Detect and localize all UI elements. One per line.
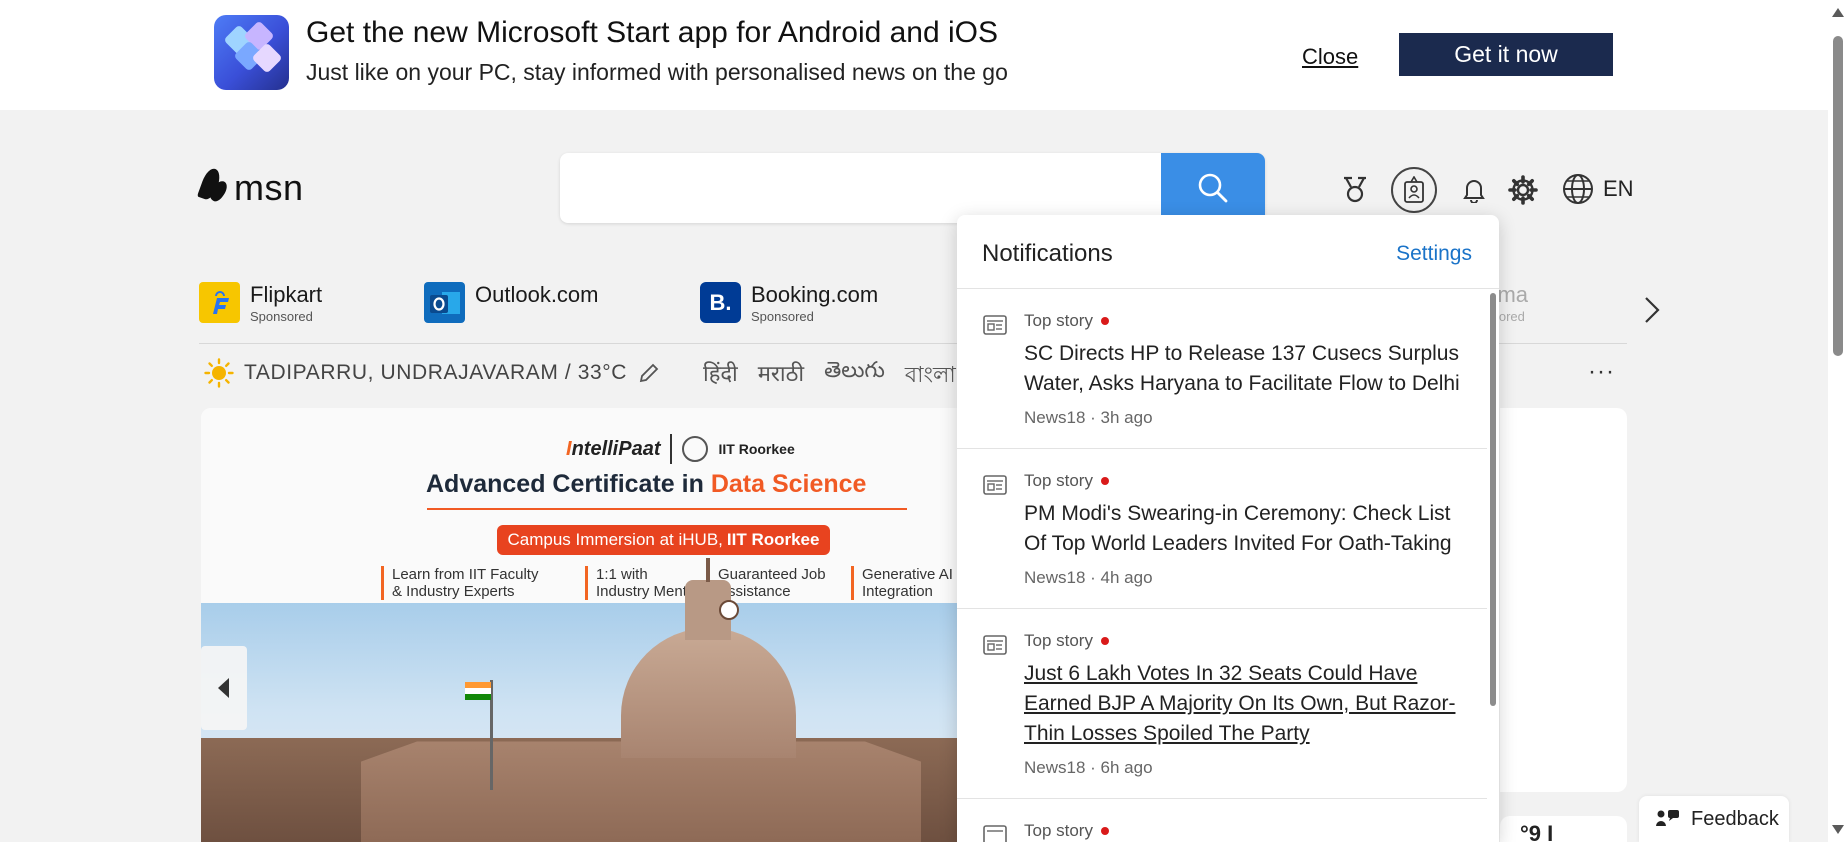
language-link[interactable]: मराठी bbox=[758, 358, 804, 395]
microsoft-start-app-icon bbox=[214, 15, 289, 90]
banner-title: Get the new Microsoft Start app for Andr… bbox=[306, 16, 999, 49]
outlook-logo-icon bbox=[424, 282, 465, 323]
language-selector[interactable]: EN bbox=[1561, 172, 1634, 206]
settings-gear-icon[interactable] bbox=[1503, 170, 1543, 210]
weather-location: TADIPARRU, UNDRAJAVARAM / 33°C bbox=[244, 361, 628, 384]
notifications-panel: Notifications Settings Top story SC Dire… bbox=[957, 215, 1499, 842]
quick-link-flipkart[interactable]: Flipkart Sponsored bbox=[199, 282, 322, 338]
featured-ad-card[interactable]: IntelliPaat IIT Roorkee Advanced Certifi… bbox=[201, 408, 981, 842]
page-scrollbar[interactable] bbox=[1828, 0, 1848, 842]
quick-link-outlook[interactable]: Outlook.com bbox=[424, 282, 599, 338]
quick-link-booking[interactable]: B. Booking.com Sponsored bbox=[700, 282, 878, 338]
weather-widget[interactable]: TADIPARRU, UNDRAJAVARAM / 33°C bbox=[204, 358, 661, 388]
sponsored-label: Sponsored bbox=[751, 309, 814, 324]
quick-link-name: Outlook.com bbox=[475, 282, 599, 307]
flipkart-logo-icon bbox=[199, 282, 240, 323]
search-box bbox=[560, 153, 1265, 223]
rewards-icon[interactable] bbox=[1335, 170, 1375, 210]
feedback-icon bbox=[1656, 810, 1679, 826]
news-icon bbox=[983, 315, 1007, 335]
notification-headline[interactable]: SC Directs HP to Release 137 Cusecs Surp… bbox=[1024, 339, 1467, 399]
language-link[interactable]: తెలుగు bbox=[824, 358, 885, 395]
app-promo-banner: Get the new Microsoft Start app for Andr… bbox=[0, 0, 1828, 110]
notifications-bell-icon[interactable] bbox=[1454, 170, 1494, 210]
globe-icon bbox=[1563, 174, 1593, 204]
language-link[interactable]: বাংলা bbox=[905, 358, 956, 395]
booking-logo-icon: B. bbox=[700, 282, 741, 323]
get-it-now-button[interactable]: Get it now bbox=[1399, 33, 1613, 76]
notifications-scrollbar[interactable] bbox=[1487, 289, 1499, 842]
notification-label: Top story bbox=[1024, 311, 1093, 330]
notifications-settings-link[interactable]: Settings bbox=[1396, 242, 1472, 266]
news-icon bbox=[983, 825, 1007, 842]
notification-meta: News18 · 4h ago bbox=[1024, 568, 1153, 587]
scroll-down-arrow-icon[interactable] bbox=[1832, 825, 1844, 834]
notification-item[interactable]: Top story bbox=[957, 799, 1487, 842]
chevron-right-icon bbox=[1645, 297, 1660, 323]
sun-icon bbox=[204, 358, 234, 388]
ad-feature: 1:1 with Industry Mentor bbox=[585, 566, 700, 600]
news-icon bbox=[983, 635, 1007, 655]
carousel-prev-button[interactable] bbox=[201, 646, 247, 730]
unread-dot bbox=[1100, 637, 1109, 645]
feedback-button[interactable]: Feedback bbox=[1639, 796, 1789, 842]
ad-partner: IIT Roorkee bbox=[718, 441, 795, 457]
edit-pencil-icon[interactable] bbox=[637, 361, 661, 385]
notification-item[interactable]: Top story PM Modi's Swearing-in Ceremony… bbox=[957, 449, 1487, 609]
notification-item[interactable]: Top story SC Directs HP to Release 137 C… bbox=[957, 289, 1487, 449]
feedback-label: Feedback bbox=[1691, 807, 1779, 830]
search-input[interactable] bbox=[560, 153, 1161, 223]
sponsored-label: Sponsored bbox=[250, 309, 313, 324]
unread-dot bbox=[1100, 317, 1109, 325]
unread-dot bbox=[1100, 477, 1109, 485]
ad-feature: Learn from IIT Faculty & Industry Experts bbox=[381, 566, 538, 600]
quick-link-name: Booking.com bbox=[751, 282, 879, 307]
banner-subtitle: Just like on your PC, stay informed with… bbox=[306, 59, 1008, 85]
caret-left-icon bbox=[218, 678, 229, 698]
msn-logo-text: msn bbox=[234, 167, 304, 208]
notification-headline[interactable]: Just 6 Lakh Votes In 32 Seats Could Have… bbox=[1024, 659, 1467, 749]
side-partial-text: °9 I bbox=[1520, 821, 1554, 842]
unread-dot bbox=[1100, 827, 1109, 835]
ad-title: Advanced Certificate in Data Science bbox=[426, 470, 867, 498]
news-icon bbox=[983, 475, 1007, 495]
scroll-up-arrow-icon[interactable] bbox=[1832, 8, 1844, 17]
profile-badge-icon[interactable] bbox=[1391, 167, 1437, 213]
notification-item[interactable]: Top story Just 6 Lakh Votes In 32 Seats … bbox=[957, 609, 1487, 799]
notification-headline[interactable]: PM Modi's Swearing-in Ceremony: Check Li… bbox=[1024, 499, 1467, 559]
notification-label: Top story bbox=[1024, 821, 1093, 840]
notifications-title: Notifications bbox=[982, 240, 1113, 267]
language-links: हिंदी मराठी తెలుగు বাংলা bbox=[703, 358, 956, 395]
iit-emblem-icon bbox=[682, 436, 709, 462]
side-card[interactable] bbox=[1500, 408, 1627, 792]
notification-label: Top story bbox=[1024, 631, 1093, 650]
ad-brand: IntelliPaat IIT Roorkee bbox=[566, 434, 795, 464]
banner-close-link[interactable]: Close bbox=[1302, 44, 1358, 70]
flag-image bbox=[465, 682, 491, 700]
ad-pill: Campus Immersion at iHUB, IIT Roorkee bbox=[497, 525, 830, 555]
quick-links-next-button[interactable] bbox=[1640, 292, 1664, 328]
quick-link-name: Flipkart bbox=[250, 282, 323, 307]
search-icon bbox=[1198, 173, 1228, 203]
notification-meta: News18 · 3h ago bbox=[1024, 408, 1153, 427]
search-button[interactable] bbox=[1161, 153, 1265, 223]
language-link[interactable]: हिंदी bbox=[703, 358, 738, 395]
language-code: EN bbox=[1603, 176, 1634, 201]
more-options-icon[interactable]: ··· bbox=[1588, 358, 1615, 386]
notification-meta: News18 · 6h ago bbox=[1024, 758, 1153, 777]
scrollbar-thumb[interactable] bbox=[1833, 36, 1843, 356]
notifications-header: Notifications Settings bbox=[957, 215, 1499, 289]
msn-butterfly-icon bbox=[197, 166, 231, 210]
msn-logo[interactable]: msn bbox=[197, 166, 304, 210]
ad-feature: Generative AI Integration bbox=[851, 566, 953, 600]
clock-tower-icon bbox=[719, 600, 739, 620]
notification-label: Top story bbox=[1024, 471, 1093, 490]
